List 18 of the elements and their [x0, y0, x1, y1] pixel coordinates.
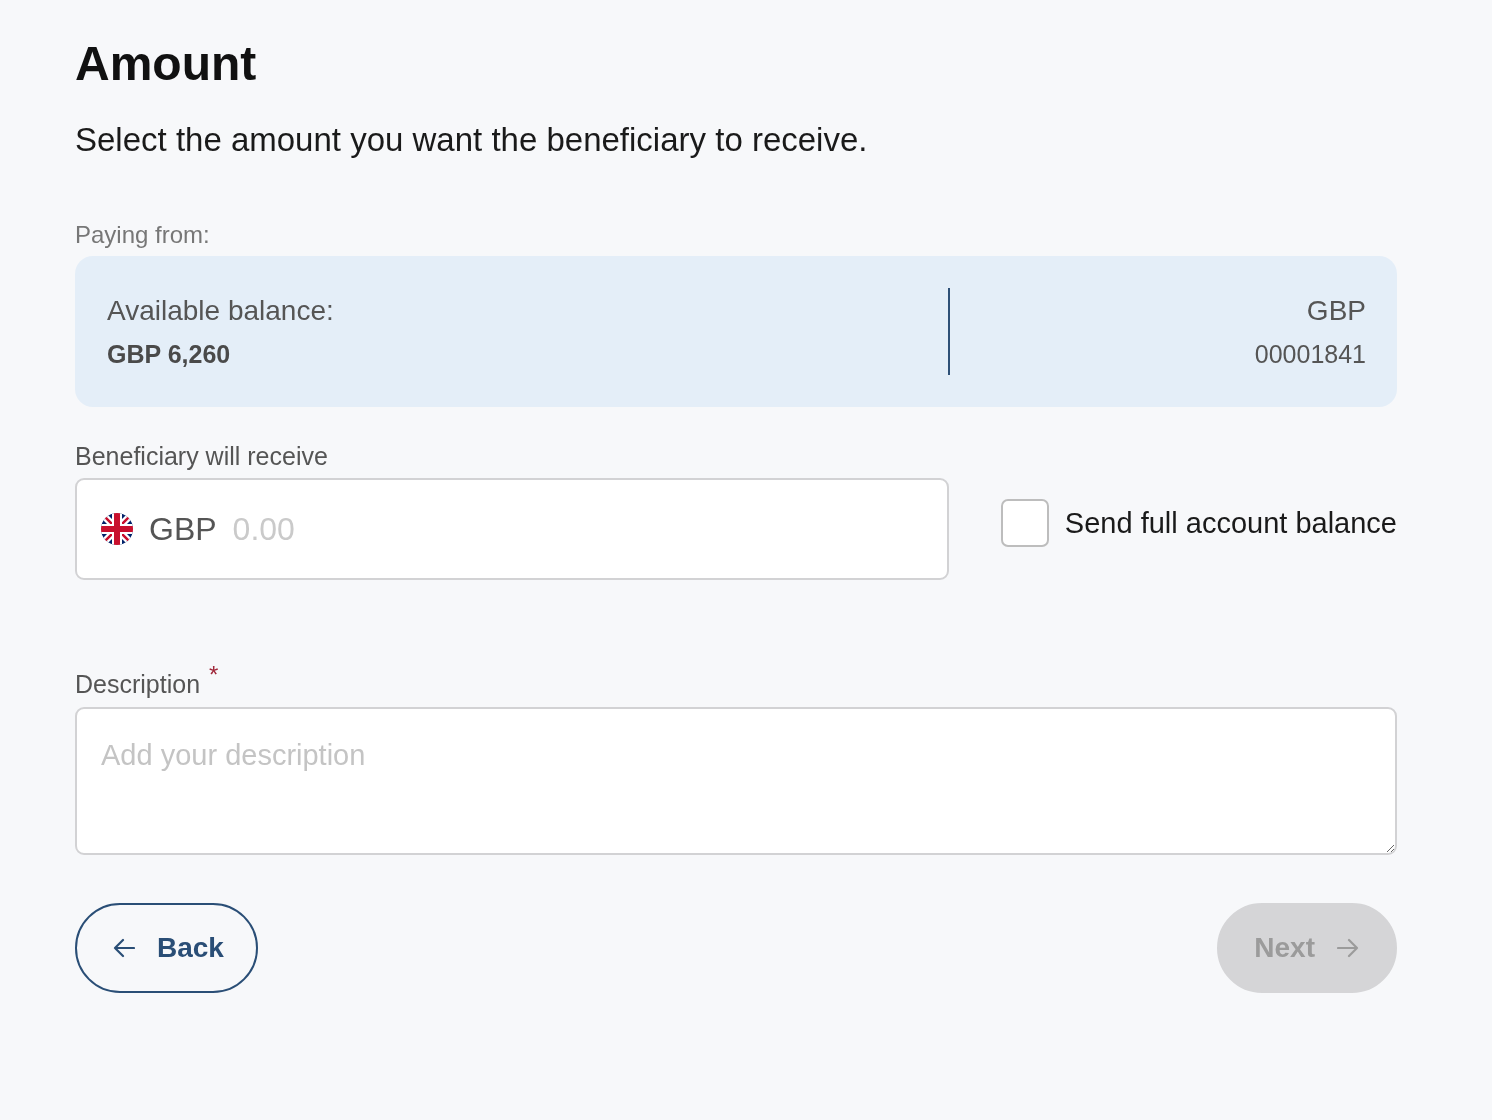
required-mark: * — [209, 665, 219, 685]
page-subtitle: Select the amount you want the beneficiary to receive. — [75, 120, 868, 160]
back-button[interactable]: Back — [75, 903, 258, 993]
arrow-left-icon — [113, 938, 135, 958]
paying-from-label: Paying from: — [75, 220, 210, 250]
balance-label: Available balance: — [107, 294, 334, 328]
checkbox-label: Send full account balance — [1064, 506, 1397, 541]
account-number: 00001841 — [1254, 339, 1366, 370]
page-title: Amount — [75, 36, 257, 92]
arrow-right-icon — [1337, 938, 1359, 958]
description-field[interactable]: Add your description — [75, 707, 1397, 855]
amount-label: Beneficiary will receive — [75, 441, 328, 471]
flag-icon — [101, 513, 133, 545]
checkbox[interactable] — [1000, 499, 1049, 547]
account-currency: GBP — [1306, 294, 1366, 328]
description-label: Description — [75, 669, 201, 699]
currency-code: GBP — [149, 510, 217, 549]
balance-amount: GBP 6,260 — [107, 339, 231, 370]
